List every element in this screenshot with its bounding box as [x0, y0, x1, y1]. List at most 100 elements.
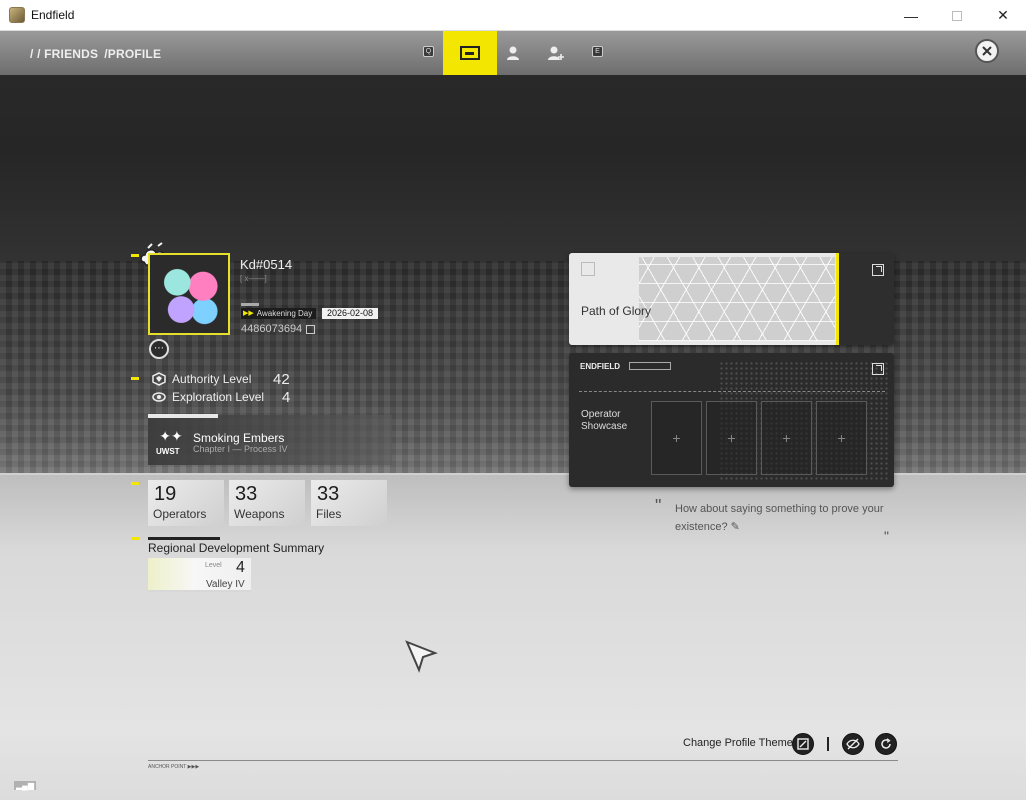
plus-icon: +	[837, 430, 846, 446]
stat-label: Files	[316, 507, 342, 521]
anchor-arrows-icon: ▶▶▶	[187, 764, 200, 770]
plus-icon: +	[782, 430, 791, 446]
expand-icon[interactable]	[872, 264, 884, 276]
edit-icon[interactable]: ✎	[731, 521, 740, 533]
top-nav: / / FRIENDS/PROFILE Q E	[0, 31, 1026, 75]
key-hint-e: E	[592, 46, 603, 57]
stat-weapons[interactable]: 33 Weapons	[229, 480, 305, 526]
mission-logo-text: UWST	[156, 447, 180, 456]
uid-value: 4486073694	[241, 323, 303, 335]
showcase-slot[interactable]: +	[761, 401, 812, 475]
window-title: Endfield	[31, 8, 75, 22]
bottom-rule	[148, 760, 898, 761]
glory-mark-icon	[581, 262, 595, 276]
uwst-logo-icon: ✦✦	[159, 428, 183, 444]
exploration-icon	[152, 392, 166, 402]
quote-close-icon: "	[884, 528, 889, 544]
authority-level-row: Authority Level 42	[152, 370, 297, 388]
player-uid: 4486073694	[241, 323, 316, 335]
change-theme-button[interactable]	[792, 733, 814, 755]
game-viewport: / / FRIENDS/PROFILE Q E Kd#0514 [ x——] ▶…	[0, 31, 1026, 800]
brand-tag	[629, 362, 671, 370]
quote-open-icon: "	[655, 496, 662, 516]
accent-mark	[131, 482, 139, 485]
hide-ui-button[interactable]	[842, 733, 864, 755]
more-options-button[interactable]: ⋯	[149, 339, 169, 359]
showcase-divider	[579, 391, 885, 392]
accent-mark	[131, 377, 139, 380]
accent-mark	[131, 537, 139, 540]
path-of-glory-card[interactable]: Path of Glory	[569, 253, 894, 345]
showcase-slot[interactable]: +	[816, 401, 867, 475]
plus-icon: +	[672, 430, 681, 446]
stat-value: 19	[154, 483, 177, 505]
breadcrumb-friends[interactable]: / / FRIENDS	[30, 47, 98, 61]
close-icon	[982, 46, 992, 56]
awakening-label: Awakening Day	[256, 309, 313, 318]
avatar[interactable]	[148, 253, 230, 335]
stat-files[interactable]: 33 Files	[311, 480, 387, 526]
authority-label: Authority Level	[172, 372, 252, 386]
close-profile-button[interactable]	[975, 39, 999, 63]
operator-showcase-card[interactable]: ENDFIELD Operator Showcase + + + +	[569, 353, 894, 487]
glory-title: Path of Glory	[581, 304, 652, 318]
region-title: Regional Development Summary	[148, 541, 325, 555]
exploration-label: Exploration Level	[172, 390, 265, 404]
showcase-slot[interactable]: +	[651, 401, 702, 475]
region-name: Valley IV	[206, 579, 245, 590]
close-window-button[interactable]: ✕	[980, 0, 1026, 31]
id-card-icon	[460, 46, 480, 60]
stat-label: Operators	[153, 507, 207, 521]
mission-title: Smoking Embers	[193, 431, 285, 445]
exploration-value: 4	[282, 388, 291, 406]
authority-icon	[152, 372, 166, 386]
region-level-label: Level	[205, 562, 222, 569]
breadcrumb: / / FRIENDS/PROFILE	[30, 47, 167, 61]
signature-placeholder: How about saying something to prove your…	[675, 503, 884, 533]
glory-panel: Path of Glory	[569, 253, 839, 345]
double-arrow-icon: ▶▶	[243, 310, 254, 317]
copy-icon[interactable]	[306, 324, 316, 334]
exploration-level-row: Exploration Level 4	[152, 388, 297, 406]
plus-icon: +	[727, 430, 736, 446]
endfield-brand: ENDFIELD	[580, 362, 620, 371]
signature-text[interactable]: How about saying something to prove your…	[675, 500, 885, 536]
accent-mark	[131, 254, 139, 257]
stat-value: 33	[317, 483, 340, 505]
breadcrumb-profile: /PROFILE	[104, 47, 162, 61]
cursor-icon	[405, 640, 438, 673]
stat-label: Weapons	[234, 507, 285, 521]
close-icon: ✕	[997, 7, 1009, 23]
refresh-icon	[881, 738, 891, 749]
authority-value: 42	[273, 370, 290, 388]
maximize-icon	[952, 10, 962, 21]
window-titlebar: Endfield — ✕	[0, 0, 1026, 31]
mission-strip	[148, 414, 218, 418]
change-theme-label[interactable]: Change Profile Theme	[683, 737, 793, 749]
tag-strip	[241, 303, 259, 306]
region-strip	[148, 537, 220, 540]
anchor-point-label: ANCHOR POINT ▶▶▶	[148, 764, 199, 770]
awakening-date: 2026-02-08	[322, 308, 379, 319]
person-icon	[507, 46, 519, 60]
stat-operators[interactable]: 19 Operators	[148, 480, 224, 526]
player-name: Kd#0514	[240, 257, 293, 272]
stat-value: 33	[235, 483, 258, 505]
person-add-icon	[548, 46, 564, 60]
network-status-icon: ▂▄▆	[14, 781, 36, 790]
theme-icon	[797, 738, 809, 750]
separator	[827, 737, 829, 751]
anchor-text: ANCHOR POINT	[148, 764, 187, 770]
eye-off-icon	[846, 738, 860, 750]
add-friend-tab[interactable]	[529, 31, 583, 75]
app-icon	[9, 7, 25, 23]
minimize-button[interactable]: —	[888, 0, 934, 31]
expand-icon[interactable]	[872, 363, 884, 375]
more-icon: ⋯	[154, 343, 164, 354]
key-hint-q: Q	[423, 46, 434, 57]
maximize-button[interactable]	[934, 0, 980, 31]
hex-pattern	[639, 257, 835, 341]
refresh-button[interactable]	[875, 733, 897, 755]
minimize-icon: —	[904, 7, 918, 24]
showcase-slot[interactable]: +	[706, 401, 757, 475]
